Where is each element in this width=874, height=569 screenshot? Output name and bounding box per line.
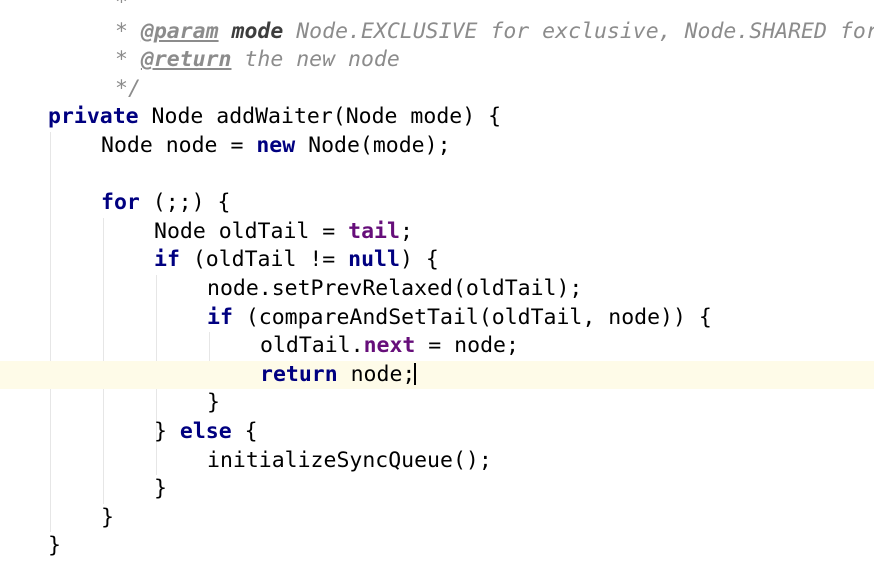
line-content: * @param mode Node.EXCLUSIVE for exclusi… (115, 18, 874, 47)
line-content: } (101, 504, 114, 533)
code-line[interactable]: * (0, 0, 874, 18)
line-content: for (;;) { (101, 189, 230, 218)
code-token-keyword: null (348, 247, 400, 273)
code-token-comment: Node.EXCLUSIVE for exclusive, Node.SHARE… (296, 18, 874, 44)
code-line[interactable]: } (0, 389, 874, 418)
code-token-keyword: if (207, 304, 233, 330)
code-token-doctag: @param (140, 18, 219, 44)
code-token-plain: oldTail. (260, 333, 364, 359)
code-token-plain: (;;) { (139, 190, 231, 216)
code-token-comment: * (115, 47, 141, 73)
code-line[interactable]: * @param mode Node.EXCLUSIVE for exclusi… (0, 18, 874, 47)
code-token-plain: Node node = (101, 133, 257, 158)
code-line[interactable]: for (;;) { (0, 189, 874, 218)
code-token-comment: * (115, 0, 128, 15)
line-content: Node oldTail = tail; (154, 218, 413, 247)
line-content: */ (115, 75, 141, 104)
code-token-plain: initializeSyncQueue(); (207, 447, 492, 473)
line-content: node.setPrevRelaxed(oldTail); (207, 275, 582, 304)
code-token-plain: } (101, 504, 114, 530)
code-line[interactable]: private Node addWaiter(Node mode) { (0, 103, 874, 132)
line-content: * (115, 0, 128, 18)
code-token-keyword: new (256, 133, 296, 158)
code-line[interactable]: * @return the new node (0, 46, 874, 75)
code-line[interactable]: if (oldTail != null) { (0, 246, 874, 275)
line-content: } (48, 532, 61, 561)
code-token-comment: the new node (231, 47, 400, 73)
code-editor[interactable]: * * @param mode Node.EXCLUSIVE for exclus… (0, 0, 874, 569)
code-token-plain: node.setPrevRelaxed(oldTail); (207, 276, 583, 301)
code-token-keyword: for (101, 190, 140, 216)
code-line[interactable]: node.setPrevRelaxed(oldTail); (0, 275, 874, 304)
line-content: initializeSyncQueue(); (207, 447, 492, 476)
code-token-plain: = node; (415, 333, 519, 359)
line-content: if (oldTail != null) { (154, 246, 439, 275)
code-token-comment (219, 19, 232, 44)
code-token-keyword: private (48, 104, 139, 130)
code-token-plain: (oldTail != (179, 247, 349, 273)
code-line[interactable]: Node oldTail = tail; (0, 218, 874, 247)
code-token-plain: ; (399, 218, 413, 244)
code-token-plain: node; (337, 361, 416, 387)
code-token-plain: { (231, 419, 258, 444)
line-content: Node node = new Node(mode); (101, 132, 451, 161)
code-line[interactable]: initializeSyncQueue(); (0, 447, 874, 476)
code-token-param: mode (231, 18, 284, 44)
code-line[interactable]: if (compareAndSetTail(oldTail, node)) { (0, 304, 874, 333)
code-token-keyword: return (260, 361, 338, 387)
code-line[interactable]: } else { (0, 418, 874, 447)
code-token-comment: * (115, 18, 141, 44)
code-line[interactable]: Node node = new Node(mode); (0, 132, 874, 161)
code-token-plain: } (207, 390, 220, 416)
code-token-doctag: @return (140, 47, 232, 73)
code-token-plain: } (48, 533, 61, 559)
code-line[interactable]: } (0, 475, 874, 504)
code-token-keyword: if (154, 247, 180, 273)
code-line[interactable]: oldTail.next = node; (0, 332, 874, 361)
code-line[interactable]: } (0, 532, 874, 561)
code-token-plain: (compareAndSetTail(oldTail, node)) { (232, 304, 712, 330)
code-token-comment: */ (115, 75, 141, 101)
code-token-field: tail (348, 218, 400, 244)
code-token-plain: } (154, 476, 167, 502)
line-content: oldTail.next = node; (260, 332, 519, 361)
code-token-plain: } (154, 419, 180, 444)
code-line[interactable] (0, 161, 874, 190)
code-token-field: next (363, 333, 416, 359)
code-token-plain: Node addWaiter(Node mode) { (138, 104, 502, 130)
code-line[interactable]: */ (0, 75, 874, 104)
text-caret (414, 362, 417, 385)
current-code-line[interactable]: return node; (0, 360, 874, 390)
line-content: } else { (154, 418, 258, 447)
line-content: return node; (260, 361, 417, 390)
line-content: } (154, 475, 167, 504)
code-token-plain: Node(mode); (295, 133, 451, 158)
line-content: * @return the new node (115, 46, 400, 75)
code-token-plain: ) { (399, 247, 439, 273)
line-content: private Node addWaiter(Node mode) { (48, 103, 501, 132)
code-line[interactable]: } (0, 504, 874, 533)
code-token-keyword: else (179, 419, 232, 444)
line-content: if (compareAndSetTail(oldTail, node)) { (207, 304, 712, 333)
code-token-plain: Node oldTail = (154, 218, 349, 244)
line-content: } (207, 389, 220, 418)
